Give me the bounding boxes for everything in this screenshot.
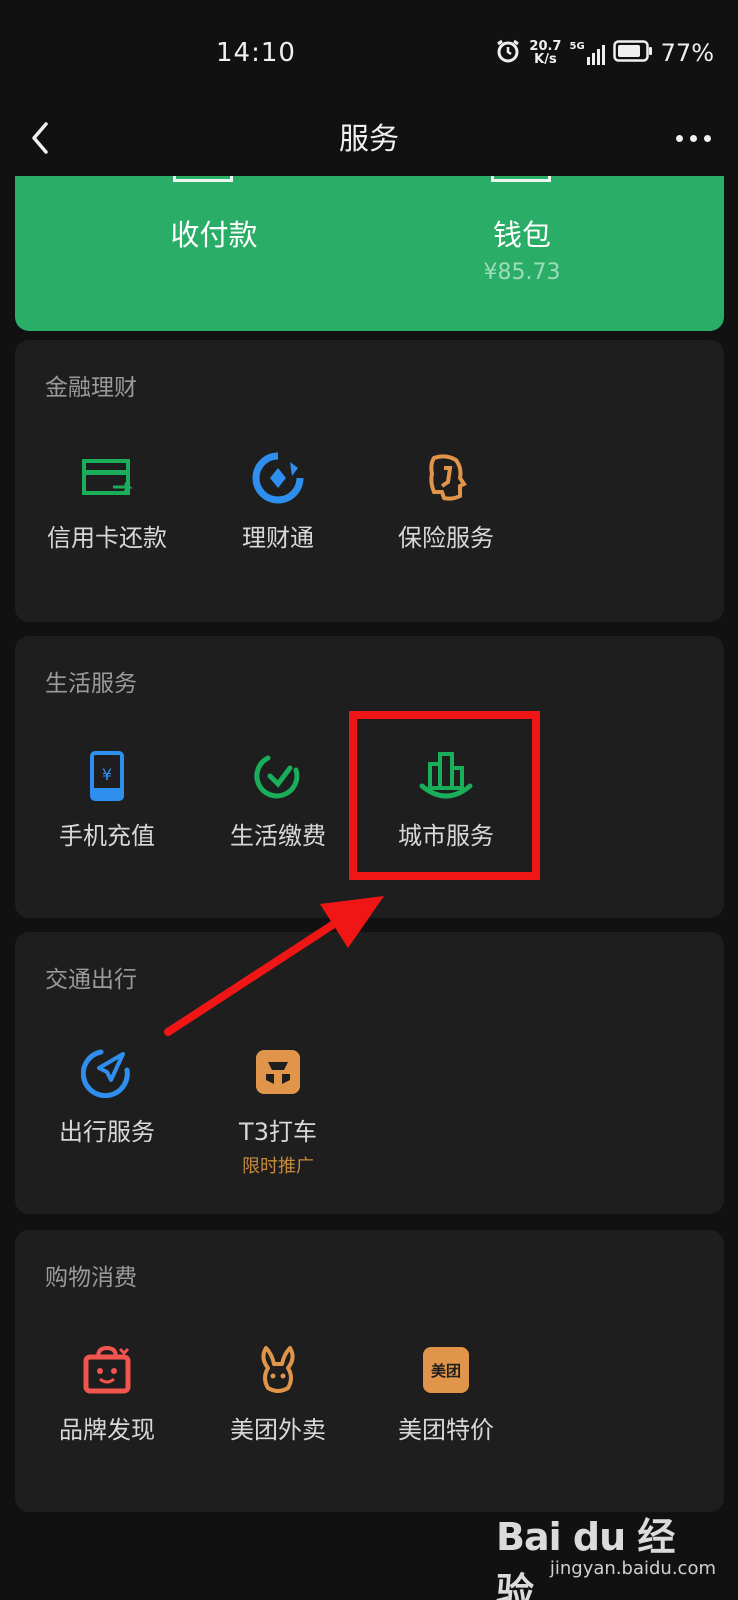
service-label: 生活缴费 bbox=[230, 822, 326, 850]
service-label: T3打车 bbox=[239, 1118, 317, 1146]
phone-recharge-icon: ¥ bbox=[79, 748, 135, 804]
section-transport: 交通出行 出行服务 T3打车 限时推广 bbox=[15, 932, 724, 1214]
wallet-label: 钱包 bbox=[492, 218, 551, 252]
more-dots-icon bbox=[675, 134, 683, 142]
net-speed-unit: K/s bbox=[534, 52, 557, 67]
service-label: 品牌发现 bbox=[59, 1416, 155, 1444]
bill-payment-icon bbox=[250, 748, 306, 804]
service-bill-payment[interactable]: 生活缴费 bbox=[193, 748, 363, 858]
service-label: 美团外卖 bbox=[230, 1416, 326, 1444]
meituan-icon-text: 美团 bbox=[423, 1347, 469, 1393]
status-time: 14:10 bbox=[216, 38, 296, 68]
battery-percentage: 77% bbox=[660, 39, 714, 67]
qr-icon bbox=[173, 176, 233, 182]
insurance-icon bbox=[418, 450, 474, 506]
network-type: 5G bbox=[569, 41, 585, 52]
wallet-icon bbox=[491, 176, 551, 182]
watermark: Bai du 经验 jingyan.baidu.com bbox=[496, 1506, 716, 1600]
service-phone-recharge[interactable]: ¥ 手机充值 bbox=[22, 748, 192, 858]
status-bar: 14:10 20.7 K/s 5G 77% bbox=[0, 0, 738, 100]
receive-pay-button[interactable]: 收付款 bbox=[37, 176, 391, 331]
service-label: 手机充值 bbox=[59, 822, 155, 850]
service-label: 美团特价 bbox=[398, 1416, 494, 1444]
t3-taxi-icon bbox=[250, 1044, 306, 1100]
page-title: 服务 bbox=[339, 122, 399, 157]
highlight-box bbox=[349, 711, 540, 880]
service-meituan-waimai[interactable]: 美团外卖 bbox=[193, 1342, 363, 1452]
wallet-button[interactable]: 钱包 ¥85.73 bbox=[345, 176, 699, 331]
receive-pay-label: 收付款 bbox=[170, 218, 258, 252]
service-travel[interactable]: 出行服务 bbox=[22, 1044, 192, 1184]
service-label: 出行服务 bbox=[59, 1118, 155, 1146]
service-label: 信用卡还款 bbox=[47, 524, 167, 552]
section-title: 购物消费 bbox=[45, 1265, 137, 1291]
nav-bar: 服务 bbox=[0, 100, 738, 176]
meituan-waimai-icon bbox=[250, 1342, 306, 1398]
service-licaitong[interactable]: 理财通 bbox=[193, 450, 363, 560]
watermark-url: jingyan.baidu.com bbox=[549, 1558, 716, 1579]
service-insurance[interactable]: 保险服务 bbox=[361, 450, 531, 560]
net-speed: 20.7 K/s bbox=[529, 40, 561, 66]
meituan-icon: 美团 bbox=[418, 1342, 474, 1398]
travel-icon bbox=[79, 1044, 135, 1100]
service-credit-card[interactable]: 信用卡还款 bbox=[22, 450, 192, 560]
battery-icon bbox=[612, 39, 653, 67]
service-label: 保险服务 bbox=[398, 524, 494, 552]
credit-card-icon bbox=[79, 450, 135, 506]
section-title: 金融理财 bbox=[45, 375, 137, 401]
wealth-icon bbox=[250, 450, 306, 506]
service-label: 理财通 bbox=[242, 524, 314, 552]
service-t3-taxi[interactable]: T3打车 限时推广 bbox=[193, 1044, 363, 1184]
payment-card: 收付款 钱包 ¥85.73 bbox=[15, 176, 724, 331]
brand-bag-icon bbox=[79, 1342, 135, 1398]
more-button[interactable] bbox=[668, 116, 718, 160]
section-finance: 金融理财 信用卡还款 理财通 保险服务 bbox=[15, 340, 724, 622]
wallet-balance: ¥85.73 bbox=[483, 260, 561, 285]
baidu-jingyan-logo: Bai du 经验 bbox=[496, 1515, 675, 1600]
promo-tag: 限时推广 bbox=[242, 1156, 314, 1177]
section-shopping: 购物消费 品牌发现 美团外卖 美团 美团特价 bbox=[15, 1230, 724, 1512]
more-dot bbox=[689, 134, 697, 142]
section-title: 交通出行 bbox=[45, 967, 137, 993]
section-title: 生活服务 bbox=[45, 671, 137, 697]
signal-icon: 5G bbox=[569, 41, 605, 65]
service-brand-discovery[interactable]: 品牌发现 bbox=[22, 1342, 192, 1452]
svg-text:¥: ¥ bbox=[102, 765, 112, 784]
service-meituan-special[interactable]: 美团 美团特价 bbox=[361, 1342, 531, 1452]
status-indicators: 20.7 K/s 5G 77% bbox=[495, 36, 714, 70]
alarm-icon bbox=[495, 38, 521, 68]
more-dot bbox=[703, 134, 711, 142]
